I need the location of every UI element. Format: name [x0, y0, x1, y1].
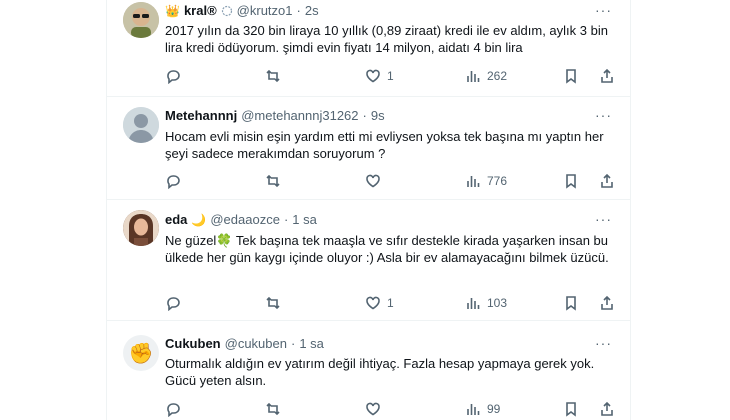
more-options-button[interactable]: ···: [595, 2, 612, 18]
views-button[interactable]: 103: [465, 295, 507, 311]
views-button[interactable]: 776: [465, 173, 507, 189]
user-handle[interactable]: @edaaozce: [210, 212, 280, 227]
avatar[interactable]: [123, 210, 159, 246]
timestamp[interactable]: 2s: [305, 3, 319, 18]
tweet-text: Ne güzel🍀 Tek başına tek maaşla ve sıfır…: [165, 233, 609, 265]
retweet-icon: [266, 174, 280, 188]
user-handle[interactable]: @cukuben: [225, 336, 287, 351]
display-name[interactable]: kral®: [184, 3, 217, 18]
view-count: 776: [487, 174, 508, 188]
bookmark-icon[interactable]: [563, 295, 579, 311]
timestamp[interactable]: 1 sa: [299, 336, 324, 351]
tweet-header: eda 🌙 @edaaozce · 1 sa: [165, 212, 317, 227]
like-count: 1: [387, 296, 394, 310]
heart-icon: [366, 402, 380, 416]
view-count: 103: [487, 296, 508, 310]
tweet[interactable]: Metehannnj @metehannnj31262 · 9s ··· Hoc…: [107, 97, 630, 200]
retweet-button[interactable]: [265, 401, 287, 417]
crown-emoji: 👑: [165, 3, 180, 18]
retweet-icon: [266, 402, 280, 416]
separator-dot: ·: [296, 3, 301, 18]
more-options-button[interactable]: ···: [595, 107, 612, 123]
tweet-header: Metehannnj @metehannnj31262 · 9s: [165, 108, 385, 123]
views-button[interactable]: 262: [465, 68, 507, 84]
reply-button[interactable]: [165, 401, 187, 417]
tweet-actions: 99: [165, 401, 615, 419]
tweet-secondary-actions: [563, 295, 615, 311]
avatar-woman-photo-icon: [123, 210, 159, 246]
reply-icon: [167, 403, 180, 417]
share-icon[interactable]: [599, 295, 615, 311]
more-options-button[interactable]: ···: [595, 335, 612, 351]
views-icon: [467, 176, 480, 187]
share-icon[interactable]: [599, 68, 615, 84]
retweet-icon: [266, 296, 280, 310]
tweet-secondary-actions: [563, 401, 615, 417]
sparkle-icon: [221, 5, 232, 16]
more-options-button[interactable]: ···: [595, 211, 612, 227]
view-count: 262: [487, 69, 508, 83]
retweet-button[interactable]: [265, 295, 287, 311]
display-name[interactable]: eda: [165, 212, 187, 227]
retweet-icon: [266, 69, 280, 83]
tweet[interactable]: eda 🌙 @edaaozce · 1 sa ··· Ne güzel🍀 Tek…: [107, 200, 630, 321]
avatar[interactable]: ✊: [123, 335, 159, 371]
heart-icon: [366, 174, 380, 188]
reply-icon: [167, 175, 180, 189]
like-button[interactable]: 1: [365, 68, 394, 84]
avatar[interactable]: [123, 107, 159, 143]
like-button[interactable]: 1: [365, 295, 394, 311]
retweet-button[interactable]: [265, 68, 287, 84]
tweet-header: 👑 kral® @krutzo1 · 2s: [165, 3, 319, 18]
reply-icon: [167, 70, 180, 84]
tweet[interactable]: 👑 kral® @krutzo1 · 2s ··· 2017 yılın da …: [107, 0, 630, 97]
tweet-actions: 1 103: [165, 295, 615, 313]
share-icon[interactable]: [599, 173, 615, 189]
display-name[interactable]: Cukuben: [165, 336, 221, 351]
tweet-actions: 1 262: [165, 68, 615, 86]
crescent-moon-emoji: 🌙: [191, 212, 207, 227]
reply-button[interactable]: [165, 68, 187, 84]
user-handle[interactable]: @krutzo1: [237, 3, 293, 18]
tweet[interactable]: ✊ Cukuben @cukuben · 1 sa ··· Oturmalık …: [107, 321, 630, 420]
like-count: 1: [387, 69, 394, 83]
user-handle[interactable]: @metehannnj31262: [241, 108, 358, 123]
reply-feed: 👑 kral® @krutzo1 · 2s ··· 2017 yılın da …: [106, 0, 631, 420]
fist-emoji-icon: ✊: [128, 342, 154, 365]
separator-dot: ·: [290, 336, 296, 351]
reply-icon: [167, 297, 180, 311]
heart-icon: [366, 296, 380, 310]
tweet-secondary-actions: [563, 173, 615, 189]
retweet-button[interactable]: [265, 173, 287, 189]
view-count: 99: [487, 402, 501, 416]
tweet-header: Cukuben @cukuben · 1 sa: [165, 336, 324, 351]
tweet-text: Oturmalık aldığın ev yatırım değil ihtiy…: [165, 356, 595, 388]
avatar-sunglasses-man-icon: [123, 2, 159, 38]
share-icon[interactable]: [599, 401, 615, 417]
avatar[interactable]: [123, 2, 159, 38]
tweet-text: Hocam evli misin eşin yardım etti mi evl…: [165, 129, 604, 161]
reply-button[interactable]: [165, 295, 187, 311]
reply-button[interactable]: [165, 173, 187, 189]
separator-dot: ·: [362, 108, 367, 123]
display-name[interactable]: Metehannnj: [165, 108, 237, 123]
views-button[interactable]: 99: [465, 401, 500, 417]
timestamp[interactable]: 1 sa: [292, 212, 317, 227]
default-avatar-icon: [123, 107, 159, 143]
timestamp[interactable]: 9s: [371, 108, 385, 123]
bookmark-icon[interactable]: [563, 401, 579, 417]
bookmark-icon[interactable]: [563, 68, 579, 84]
tweet-actions: 776: [165, 173, 615, 191]
like-button[interactable]: [365, 401, 387, 417]
like-button[interactable]: [365, 173, 387, 189]
views-icon: [467, 71, 480, 82]
views-icon: [467, 298, 480, 309]
tweet-secondary-actions: [563, 68, 615, 84]
views-icon: [467, 404, 480, 415]
heart-icon: [366, 69, 380, 83]
tweet-text: 2017 yılın da 320 bin liraya 10 yıllık (…: [165, 23, 608, 55]
bookmark-icon[interactable]: [563, 173, 579, 189]
separator-dot: ·: [283, 212, 289, 227]
